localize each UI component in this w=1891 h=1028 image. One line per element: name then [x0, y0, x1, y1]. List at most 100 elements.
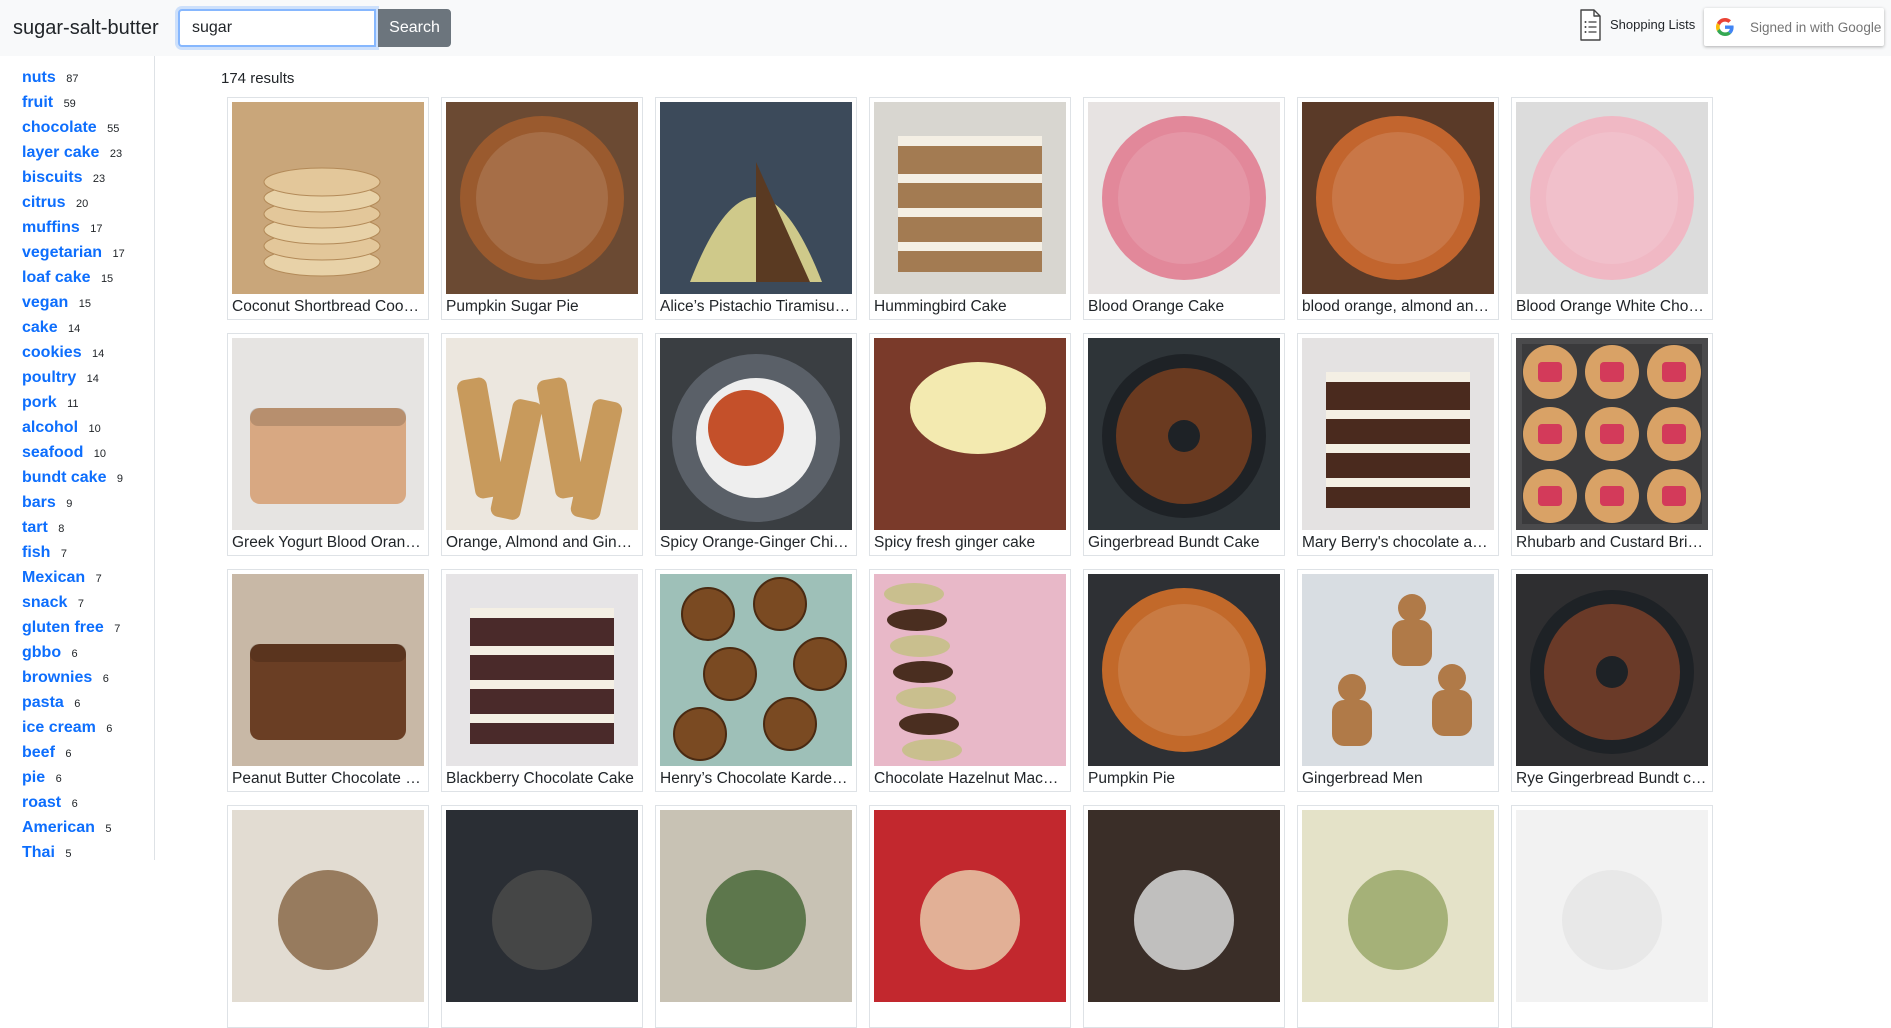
tag-link[interactable]: pasta: [22, 694, 64, 711]
tag-link[interactable]: Mexican: [22, 569, 85, 586]
recipe-card[interactable]: Gingerbread Men: [1297, 569, 1499, 792]
recipe-thumbnail: [874, 338, 1066, 530]
recipe-photo: [1088, 338, 1280, 530]
recipe-title[interactable]: Coconut Shortbread Cookies: [232, 298, 424, 316]
recipe-card[interactable]: Spicy fresh ginger cake: [869, 333, 1071, 556]
tag-link[interactable]: nuts: [22, 69, 56, 86]
recipe-card[interactable]: Coconut Shortbread Cookies: [227, 97, 429, 320]
recipe-card[interactable]: [1511, 805, 1713, 1028]
brand-logo[interactable]: sugar-salt-butter: [13, 16, 159, 40]
recipe-title[interactable]: Blood Orange Cake: [1088, 298, 1280, 316]
google-signin-button[interactable]: Signed in with Google: [1704, 8, 1884, 46]
tag-link[interactable]: muffins: [22, 219, 80, 236]
recipe-card[interactable]: Peanut Butter Chocolate Loaf: [227, 569, 429, 792]
tag-link[interactable]: ice cream: [22, 719, 96, 736]
recipe-title[interactable]: Spicy Orange-Ginger Chicken: [660, 534, 852, 552]
tag-link[interactable]: tart: [22, 519, 48, 536]
tag-count: 23: [92, 173, 106, 185]
navbar: sugar-salt-butter Search Shopping Lists …: [0, 0, 1891, 56]
recipe-title[interactable]: Pumpkin Pie: [1088, 770, 1280, 788]
recipe-card[interactable]: [227, 805, 429, 1028]
tag-count: 11: [67, 398, 79, 410]
recipe-card[interactable]: Henry’s Chocolate Kardemummabullar: [655, 569, 857, 792]
tag-link[interactable]: chocolate: [22, 119, 97, 136]
tag-link[interactable]: seafood: [22, 444, 83, 461]
recipe-card[interactable]: Pumpkin Sugar Pie: [441, 97, 643, 320]
recipe-photo: [232, 810, 424, 1002]
tag-link[interactable]: beef: [22, 744, 55, 761]
recipe-title[interactable]: Blood Orange White Chocolate Tart: [1516, 298, 1708, 316]
recipe-card[interactable]: [1297, 805, 1499, 1028]
tag-link[interactable]: cake: [22, 319, 58, 336]
recipe-card[interactable]: Rhubarb and Custard Brioche: [1511, 333, 1713, 556]
recipe-card[interactable]: Alice’s Pistachio Tiramisu Cake: [655, 97, 857, 320]
search-input[interactable]: [178, 9, 376, 47]
recipe-title[interactable]: Gingerbread Men: [1302, 770, 1494, 788]
tag-link[interactable]: loaf cake: [22, 269, 90, 286]
tag-link[interactable]: brownies: [22, 669, 92, 686]
recipe-title[interactable]: Orange, Almond and Ginger Biscotti: [446, 534, 638, 552]
tag-link[interactable]: pie: [22, 769, 45, 786]
recipe-card[interactable]: [1083, 805, 1285, 1028]
recipe-title[interactable]: Chocolate Hazelnut Macarons: [874, 770, 1066, 788]
recipe-card[interactable]: blood orange, almond and rosemary cake: [1297, 97, 1499, 320]
recipe-card[interactable]: Blood Orange Cake: [1083, 97, 1285, 320]
recipe-card[interactable]: [441, 805, 643, 1028]
recipe-card[interactable]: Gingerbread Bundt Cake: [1083, 333, 1285, 556]
tag-item: alcohol 10: [22, 416, 132, 441]
recipe-title[interactable]: Henry’s Chocolate Kardemummabullar: [660, 770, 852, 788]
recipe-card[interactable]: Chocolate Hazelnut Macarons: [869, 569, 1071, 792]
recipe-title[interactable]: Pumpkin Sugar Pie: [446, 298, 638, 316]
tag-count: 7: [95, 573, 102, 585]
recipe-card[interactable]: Pumpkin Pie: [1083, 569, 1285, 792]
recipe-title[interactable]: Mary Berry's chocolate and ginger cake: [1302, 534, 1494, 552]
recipe-card[interactable]: Greek Yogurt Blood Orange Loaf: [227, 333, 429, 556]
tag-link[interactable]: biscuits: [22, 169, 82, 186]
recipe-card[interactable]: Spicy Orange-Ginger Chicken: [655, 333, 857, 556]
tag-link[interactable]: fish: [22, 544, 50, 561]
tag-link[interactable]: American: [22, 819, 95, 836]
recipe-photo: [232, 338, 424, 530]
tag-link[interactable]: cookies: [22, 344, 82, 361]
tag-link[interactable]: gluten free: [22, 619, 104, 636]
tag-link[interactable]: fruit: [22, 94, 53, 111]
tag-count: 87: [66, 73, 79, 85]
recipe-card[interactable]: Blackberry Chocolate Cake: [441, 569, 643, 792]
recipe-card[interactable]: Hummingbird Cake: [869, 97, 1071, 320]
tag-link[interactable]: pork: [22, 394, 57, 411]
recipe-title[interactable]: blood orange, almond and rosemary cake: [1302, 298, 1494, 316]
recipe-photo: [1088, 102, 1280, 294]
recipe-card[interactable]: Mary Berry's chocolate and ginger cake: [1297, 333, 1499, 556]
recipe-title[interactable]: Blackberry Chocolate Cake: [446, 770, 638, 788]
recipe-title[interactable]: Spicy fresh ginger cake: [874, 534, 1066, 552]
tag-link[interactable]: vegan: [22, 294, 68, 311]
recipe-card[interactable]: [869, 805, 1071, 1028]
tag-link[interactable]: poultry: [22, 369, 76, 386]
recipe-title[interactable]: Gingerbread Bundt Cake: [1088, 534, 1280, 552]
tag-link[interactable]: vegetarian: [22, 244, 102, 261]
tag-link[interactable]: roast: [22, 794, 61, 811]
tag-link[interactable]: snack: [22, 594, 67, 611]
tag-link[interactable]: Thai: [22, 844, 55, 860]
tag-count: 6: [74, 698, 81, 710]
recipe-title[interactable]: Alice’s Pistachio Tiramisu Cake: [660, 298, 852, 316]
recipe-title[interactable]: Greek Yogurt Blood Orange Loaf: [232, 534, 424, 552]
tag-link[interactable]: bundt cake: [22, 469, 106, 486]
recipe-title[interactable]: Rye Gingerbread Bundt cake: [1516, 770, 1708, 788]
recipe-card[interactable]: [655, 805, 857, 1028]
search-button[interactable]: Search: [378, 9, 451, 47]
recipe-card[interactable]: Blood Orange White Chocolate Tart: [1511, 97, 1713, 320]
recipe-title[interactable]: Peanut Butter Chocolate Loaf: [232, 770, 424, 788]
tag-link[interactable]: citrus: [22, 194, 66, 211]
recipe-card[interactable]: Rye Gingerbread Bundt cake: [1511, 569, 1713, 792]
tag-item: vegan 15: [22, 291, 132, 316]
tag-item: gluten free 7: [22, 616, 132, 641]
tag-link[interactable]: alcohol: [22, 419, 78, 436]
tag-link[interactable]: gbbo: [22, 644, 61, 661]
recipe-card[interactable]: Orange, Almond and Ginger Biscotti: [441, 333, 643, 556]
tag-link[interactable]: bars: [22, 494, 56, 511]
recipe-title[interactable]: Hummingbird Cake: [874, 298, 1066, 316]
tag-link[interactable]: layer cake: [22, 144, 99, 161]
recipe-title[interactable]: Rhubarb and Custard Brioche: [1516, 534, 1708, 552]
shopping-lists-link[interactable]: Shopping Lists: [1578, 9, 1695, 41]
